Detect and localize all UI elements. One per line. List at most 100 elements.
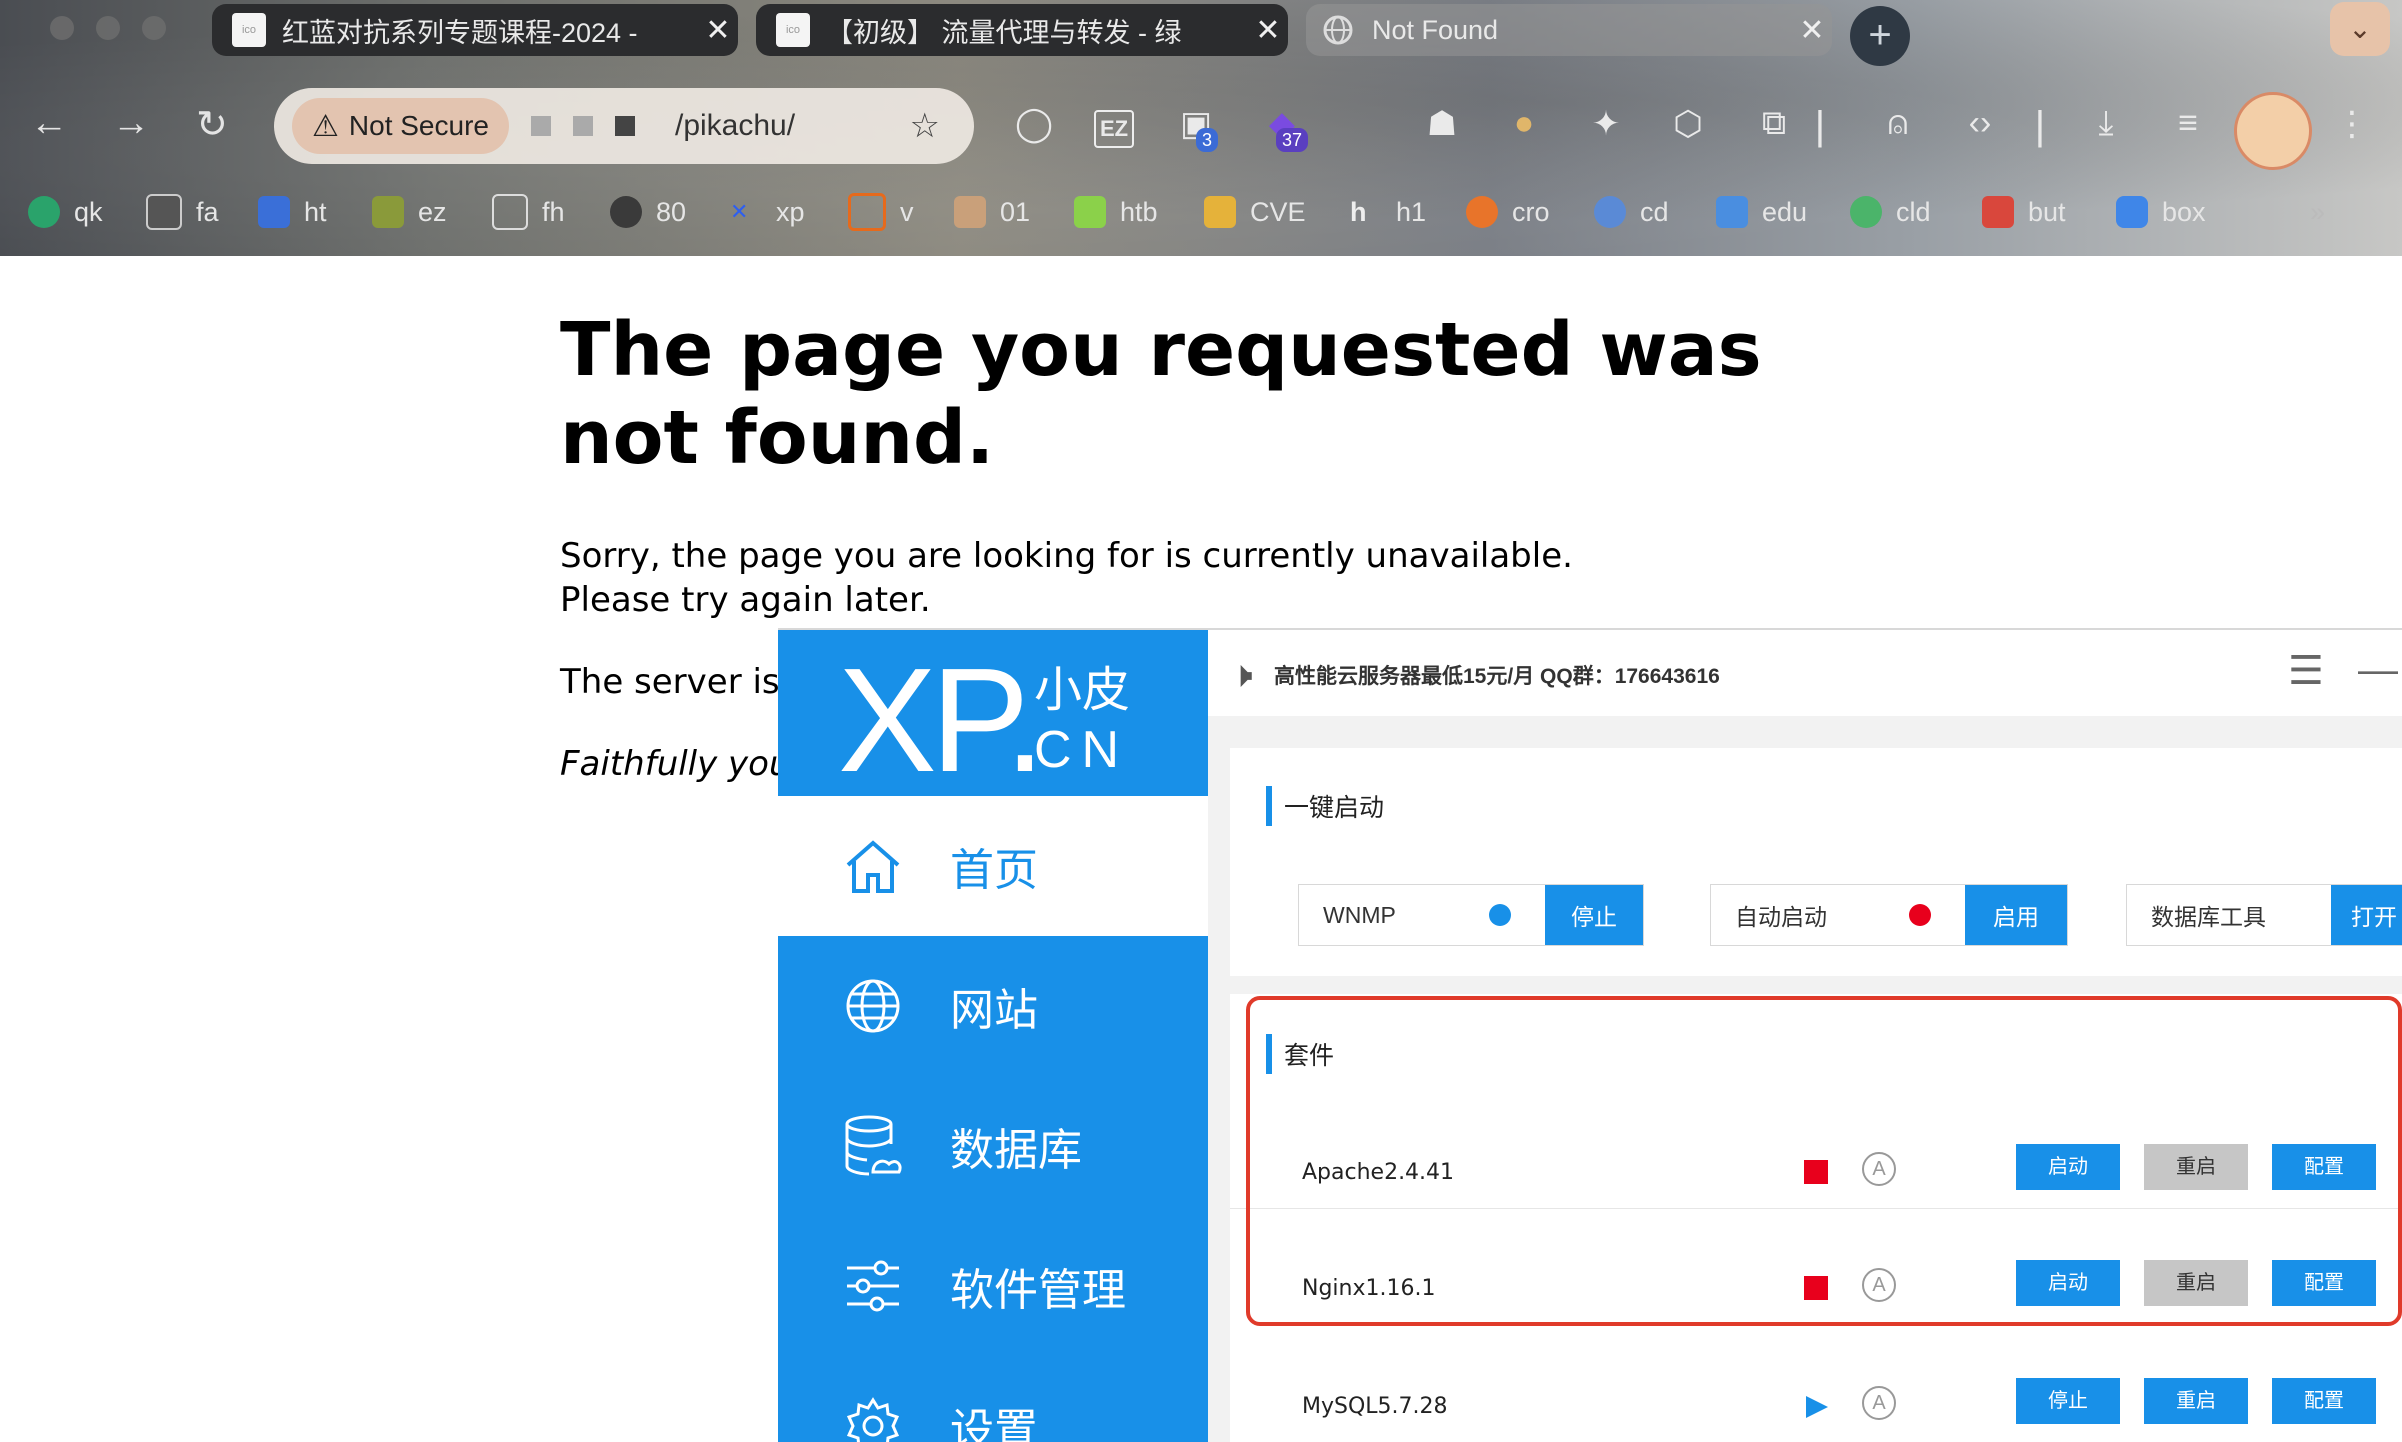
bookmark-ht[interactable]: ht — [258, 186, 327, 238]
extension-d-icon[interactable]: ⬡ — [1666, 104, 1710, 144]
bookmark-ez[interactable]: ez — [372, 186, 447, 238]
bookmarks-overflow-button[interactable]: » — [2310, 186, 2325, 238]
nav-item-websites[interactable]: 网站 — [778, 936, 1208, 1076]
devtools-icon[interactable]: ‹› — [1958, 104, 2002, 143]
bookmark-cro[interactable]: cro — [1466, 186, 1550, 238]
bookmark-label: h1 — [1396, 196, 1427, 227]
close-window-button[interactable] — [50, 16, 74, 40]
nav-item-software[interactable]: 软件管理 — [778, 1216, 1208, 1356]
sliders-icon — [838, 1251, 908, 1321]
extension-circle-icon[interactable]: ◯ — [1012, 104, 1056, 144]
security-chip[interactable]: ⚠ Not Secure — [292, 98, 509, 154]
minimize-window-button[interactable] — [96, 16, 120, 40]
bookmark-icon — [1204, 196, 1236, 228]
status-dot — [1489, 904, 1511, 926]
tab-not-found[interactable]: Not Found ✕ — [1306, 4, 1832, 56]
minimize-icon[interactable]: — — [2358, 648, 2398, 693]
close-icon[interactable]: ✕ — [1248, 13, 1288, 48]
ez-extension-icon[interactable]: EZ — [1094, 110, 1134, 148]
restart-button[interactable]: 重启 — [2144, 1378, 2248, 1424]
redacted-host-block — [614, 116, 635, 136]
bookmark-label: box — [2162, 196, 2206, 227]
annotation-highlight-box — [1246, 996, 2402, 1326]
kebab-menu-icon[interactable]: ⋮ — [2330, 104, 2374, 144]
config-button[interactable]: 配置 — [2272, 1378, 2376, 1424]
bookmark-edu[interactable]: edu — [1716, 186, 1807, 238]
bookmark-box[interactable]: box — [2116, 186, 2206, 238]
bookmark-h1[interactable]: h h1 — [1350, 186, 1426, 238]
reload-button[interactable]: ↻ — [196, 102, 228, 147]
bookmark-icon: ✕ — [730, 199, 749, 224]
address-bar[interactable]: ⚠ Not Secure /pikachu/ ☆ — [274, 88, 974, 164]
nav-item-database[interactable]: 数据库 — [778, 1076, 1208, 1216]
bookmark-01[interactable]: 01 — [954, 186, 1030, 238]
bookmark-icon — [2116, 196, 2148, 228]
extension-badge: 3 — [1196, 128, 1219, 152]
service-name: MySQL5.7.28 — [1302, 1394, 1448, 1419]
section-title: 一键启动 — [1284, 794, 1385, 822]
hamburger-menu-icon[interactable]: ☰ — [2288, 648, 2324, 694]
bookmark-fa[interactable]: fa — [146, 186, 219, 238]
bookmark-v[interactable]: v — [848, 186, 914, 238]
bookmark-80[interactable]: 80 — [610, 186, 686, 238]
logo-suffix: CN — [1034, 721, 1130, 779]
globe-icon — [838, 971, 908, 1041]
bookmark-but[interactable]: but — [1982, 186, 2066, 238]
logo-subtitle: 小皮 — [1034, 664, 1131, 717]
forward-button[interactable]: → — [112, 102, 150, 145]
auto-start-icon[interactable]: A — [1862, 1386, 1896, 1420]
download-icon[interactable]: ⤓ — [2084, 104, 2128, 143]
spy-icon[interactable]: ⍝ — [1876, 104, 1920, 143]
tab-title: 红蓝对抗系列专题课程-2024 - — [282, 17, 638, 48]
bookmark-label: fa — [196, 196, 219, 227]
control-label: 自动启动 — [1735, 904, 1827, 930]
tab-title: Not Found — [1372, 14, 1499, 45]
tab-hongLan[interactable]: ico 红蓝对抗系列专题课程-2024 - ✕ — [212, 4, 738, 56]
close-icon[interactable]: ✕ — [1792, 13, 1832, 48]
table-row: MySQL5.7.28 A 停止 重启 配置 — [1230, 1372, 2402, 1442]
incognito-icon[interactable]: ☗ — [1420, 104, 1464, 144]
cookie-icon[interactable]: ● — [1502, 104, 1546, 143]
bookmark-icon: h — [1350, 197, 1367, 227]
signature-line: Faithfully you — [560, 744, 791, 784]
nav-label: 网站 — [950, 986, 1038, 1035]
bookmark-htb[interactable]: htb — [1074, 186, 1158, 238]
close-icon[interactable]: ✕ — [698, 13, 738, 48]
nav-item-settings[interactable]: 设置 — [778, 1356, 1208, 1442]
maximize-window-button[interactable] — [142, 16, 166, 40]
auto-start-control: 自动启动 启用 — [1710, 884, 2068, 946]
bookmark-cve[interactable]: CVE — [1204, 186, 1306, 238]
error-message-line: Please try again later. — [560, 580, 931, 620]
bookmark-label: fh — [542, 196, 565, 227]
bookmark-icon — [372, 196, 404, 228]
bookmark-icon — [1594, 196, 1626, 228]
bookmark-fh[interactable]: fh — [492, 186, 565, 238]
tab-proxy[interactable]: ico 【初级】 流量代理与转发 - 绿 ✕ — [756, 4, 1288, 56]
bookmark-label: cro — [1512, 196, 1550, 227]
extension-c-icon[interactable]: ✦ — [1584, 104, 1628, 144]
url-text[interactable]: /pikachu/ — [675, 109, 910, 143]
bookmark-label: cld — [1896, 196, 1931, 227]
extension-badge: 37 — [1276, 128, 1309, 152]
stop-button[interactable]: 停止 — [2016, 1378, 2120, 1424]
open-button[interactable]: 打开 — [2331, 885, 2402, 945]
bookmark-cd[interactable]: cd — [1594, 186, 1669, 238]
bookmark-label: htb — [1120, 196, 1158, 227]
stop-button[interactable]: 停止 — [1545, 885, 1643, 945]
bookmark-cld[interactable]: cld — [1850, 186, 1931, 238]
logo-text: XP. — [838, 638, 1045, 803]
bookmark-qk[interactable]: qk — [28, 186, 103, 238]
bookmark-label: v — [900, 196, 914, 227]
bookmark-xp[interactable]: ✕ xp — [730, 186, 805, 238]
enable-button[interactable]: 启用 — [1965, 885, 2067, 945]
bookmark-icon — [954, 196, 986, 228]
nav-item-home[interactable]: 首页 — [778, 796, 1208, 936]
puzzle-icon[interactable]: ⧉ — [1752, 104, 1796, 143]
bookmark-star-icon[interactable]: ☆ — [910, 106, 940, 146]
avatar[interactable] — [2234, 92, 2312, 170]
tab-search-button[interactable]: ⌄ — [2330, 2, 2390, 56]
media-queue-icon[interactable]: ≡ — [2166, 104, 2210, 143]
new-tab-button[interactable]: + — [1850, 6, 1910, 66]
back-button[interactable]: ← — [30, 102, 68, 145]
error-message-line: The server is — [560, 662, 780, 702]
